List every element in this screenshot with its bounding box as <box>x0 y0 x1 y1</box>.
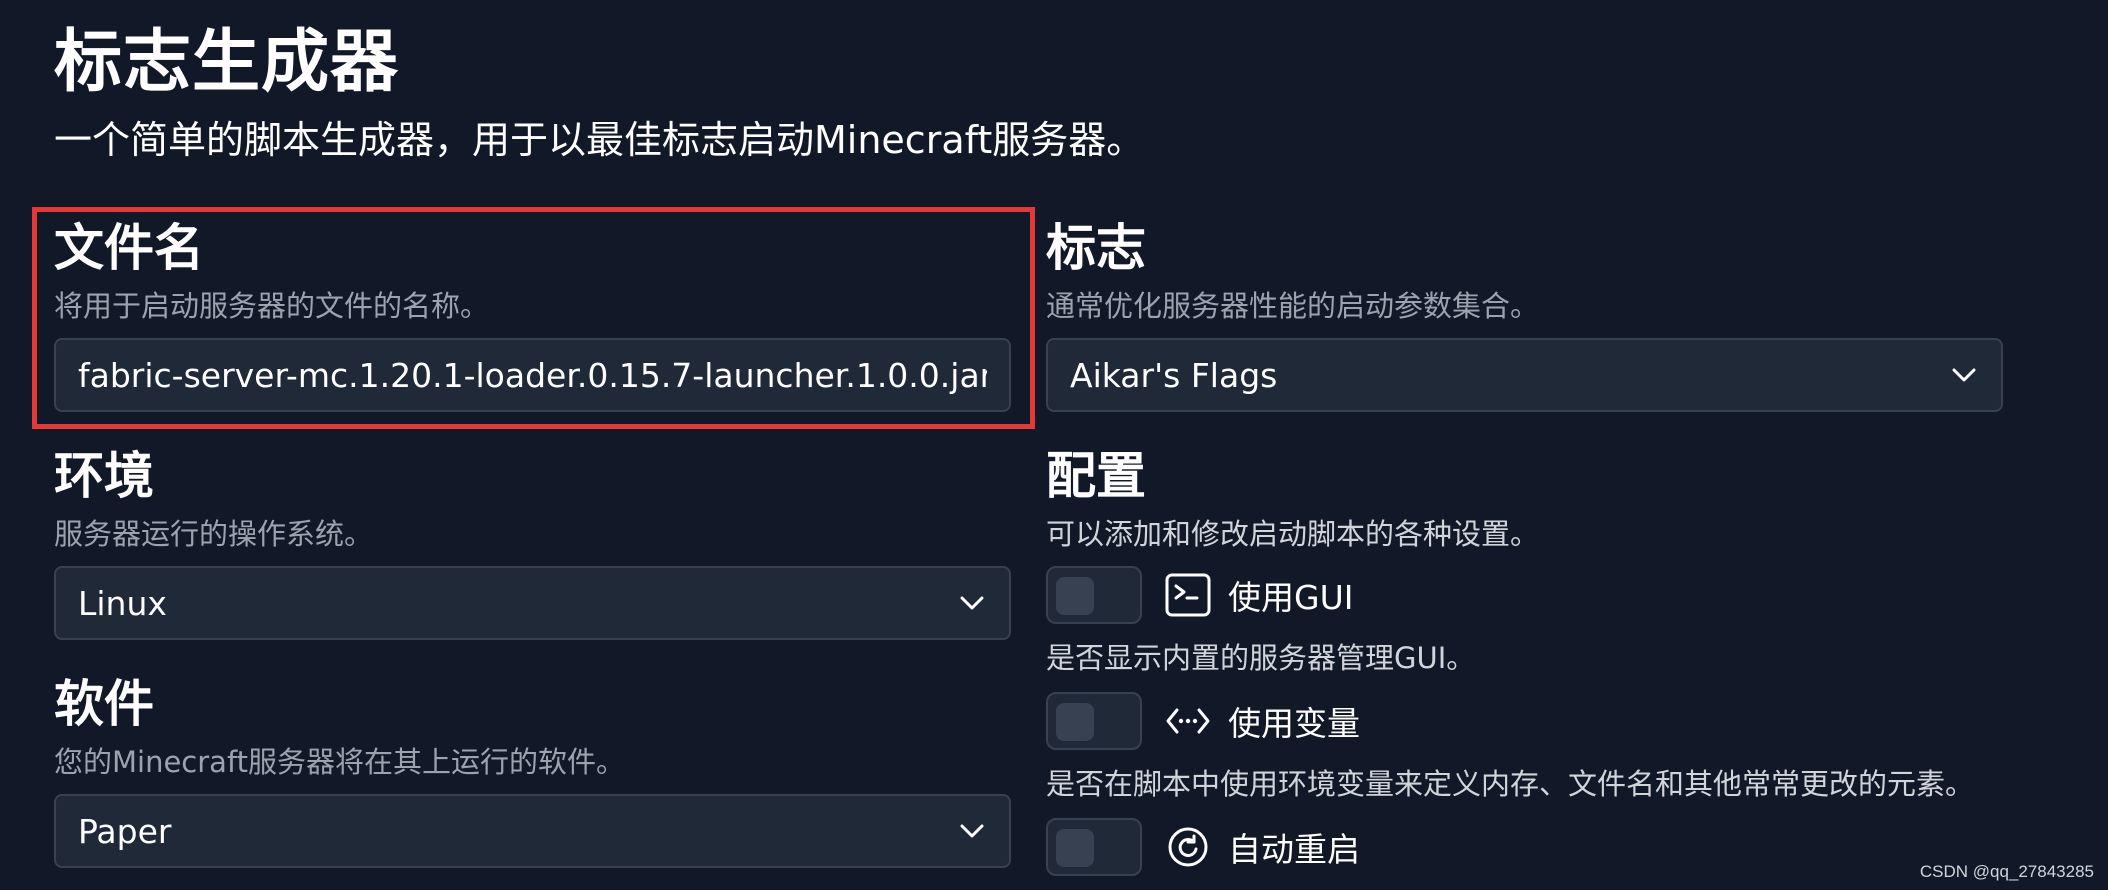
software-select[interactable]: Paper <box>54 794 1011 868</box>
environment-section: 环境 服务器运行的操作系统。 Linux <box>54 442 1011 640</box>
config-title: 配置 <box>1046 447 1146 505</box>
environment-description: 服务器运行的操作系统。 <box>54 517 374 551</box>
software-select-value: Paper <box>78 811 172 851</box>
option-use-variables: 使用变量 <box>1046 692 1974 750</box>
flags-section: 标志 通常优化服务器性能的启动参数集合。 Aikar's Flags <box>1046 214 2003 412</box>
auto-restart-label: 自动重启 <box>1228 830 1360 869</box>
software-title: 软件 <box>54 675 154 733</box>
option-auto-restart: 自动重启 <box>1046 818 1974 876</box>
environment-select-value: Linux <box>78 583 167 623</box>
watermark: CSDN @qq_27843285 <box>1919 862 2094 881</box>
toggle-knob <box>1056 829 1094 867</box>
environment-select[interactable]: Linux <box>54 566 1011 640</box>
chevron-down-icon <box>957 816 987 846</box>
auto-restart-toggle[interactable] <box>1046 818 1142 876</box>
use-gui-label: 使用GUI <box>1228 578 1354 617</box>
config-section: 配置 可以添加和修改启动脚本的各种设置。 使用GUI 是否显示内置的服务器管理G… <box>1046 442 1974 876</box>
chevron-down-icon <box>1949 360 1979 390</box>
chevron-down-icon <box>957 588 987 618</box>
variable-icon <box>1164 697 1212 745</box>
config-description: 可以添加和修改启动脚本的各种设置。 <box>1046 517 1540 551</box>
software-description: 您的Minecraft服务器将在其上运行的软件。 <box>54 745 626 779</box>
page-title: 标志生成器 <box>54 23 400 102</box>
environment-title: 环境 <box>54 447 154 505</box>
use-gui-toggle[interactable] <box>1046 566 1142 624</box>
use-variables-toggle[interactable] <box>1046 692 1142 750</box>
use-variables-label: 使用变量 <box>1228 704 1360 743</box>
flags-select[interactable]: Aikar's Flags <box>1046 338 2003 412</box>
toggle-knob <box>1056 577 1094 615</box>
toggle-knob <box>1056 703 1094 741</box>
software-section: 软件 您的Minecraft服务器将在其上运行的软件。 Paper <box>54 670 1011 868</box>
page-subtitle: 一个简单的脚本生成器，用于以最佳标志启动Minecraft服务器。 <box>54 118 1145 162</box>
flags-description: 通常优化服务器性能的启动参数集合。 <box>1046 289 1540 323</box>
use-gui-description: 是否显示内置的服务器管理GUI。 <box>1046 641 1476 675</box>
option-use-gui: 使用GUI <box>1046 566 1974 624</box>
use-variables-description: 是否在脚本中使用环境变量来定义内存、文件名和其他常常更改的元素。 <box>1046 767 1975 801</box>
flags-title: 标志 <box>1046 219 1146 277</box>
restart-icon <box>1164 823 1212 871</box>
highlight-box <box>32 207 1035 429</box>
flags-select-value: Aikar's Flags <box>1070 355 1278 395</box>
terminal-icon <box>1164 571 1212 619</box>
